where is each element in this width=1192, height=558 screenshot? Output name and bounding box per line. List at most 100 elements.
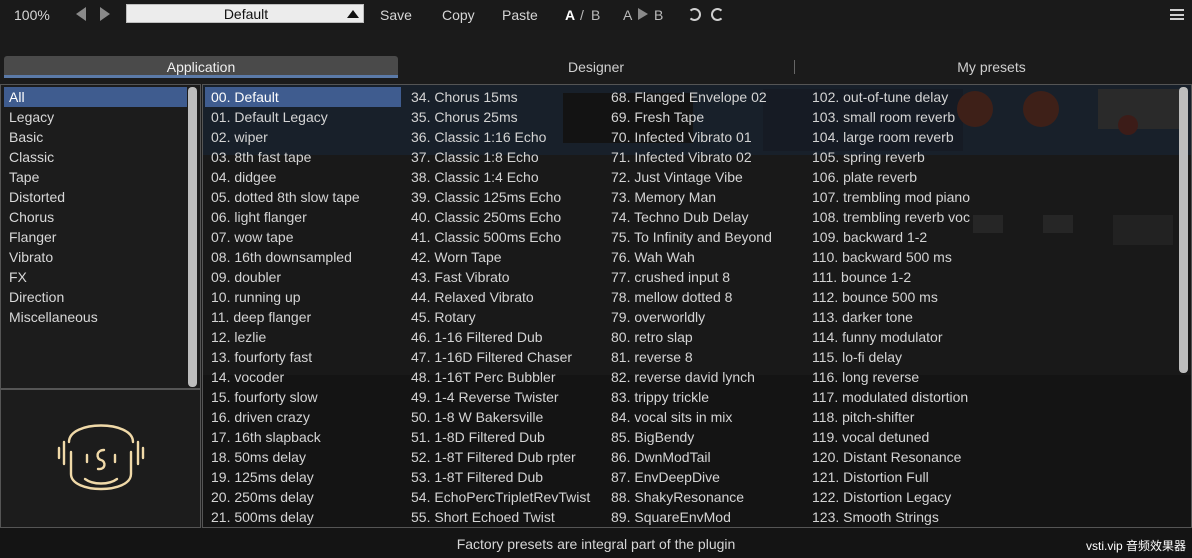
preset-item[interactable]: 09. doubler <box>205 267 401 287</box>
preset-item[interactable]: 11. deep flanger <box>205 307 401 327</box>
preset-item[interactable]: 68. Flanged Envelope 02 <box>605 87 801 107</box>
preset-item[interactable]: 113. darker tone <box>806 307 1002 327</box>
preset-item[interactable]: 78. mellow dotted 8 <box>605 287 801 307</box>
preset-item[interactable]: 122. Distortion Legacy <box>806 487 1002 507</box>
preset-item[interactable]: 82. reverse david lynch <box>605 367 801 387</box>
preset-item[interactable]: 71. Infected Vibrato 02 <box>605 147 801 167</box>
tab-application[interactable]: Application <box>4 56 398 78</box>
preset-item[interactable]: 46. 1-16 Filtered Dub <box>405 327 601 347</box>
preset-item[interactable]: 39. Classic 125ms Echo <box>405 187 601 207</box>
preset-item[interactable]: 85. BigBendy <box>605 427 801 447</box>
chevron-right-icon[interactable] <box>100 7 110 21</box>
preset-item[interactable]: 111. bounce 1-2 <box>806 267 1002 287</box>
dropdown-caret-icon[interactable] <box>347 10 359 18</box>
preset-item[interactable]: 07. wow tape <box>205 227 401 247</box>
preset-item[interactable]: 88. ShakyResonance <box>605 487 801 507</box>
category-item[interactable]: Legacy <box>4 107 187 127</box>
category-item[interactable]: Classic <box>4 147 187 167</box>
preset-item[interactable]: 02. wiper <box>205 127 401 147</box>
preset-item[interactable]: 77. crushed input 8 <box>605 267 801 287</box>
category-item[interactable]: Basic <box>4 127 187 147</box>
preset-item[interactable]: 37. Classic 1:8 Echo <box>405 147 601 167</box>
preset-item[interactable]: 52. 1-8T Filtered Dub rpter <box>405 447 601 467</box>
preset-item[interactable]: 81. reverse 8 <box>605 347 801 367</box>
preset-item[interactable]: 69. Fresh Tape <box>605 107 801 127</box>
ab-select-a[interactable]: A <box>565 6 575 24</box>
category-scrollbar[interactable] <box>188 87 197 387</box>
preset-item[interactable]: 84. vocal sits in mix <box>605 407 801 427</box>
preset-item[interactable]: 44. Relaxed Vibrato <box>405 287 601 307</box>
preset-item[interactable]: 19. 125ms delay <box>205 467 401 487</box>
preset-item[interactable]: 43. Fast Vibrato <box>405 267 601 287</box>
preset-item[interactable]: 119. vocal detuned <box>806 427 1002 447</box>
preset-item[interactable]: 106. plate reverb <box>806 167 1002 187</box>
ab-select-b[interactable]: B <box>591 6 600 24</box>
preset-item[interactable]: 42. Worn Tape <box>405 247 601 267</box>
preset-item[interactable]: 73. Memory Man <box>605 187 801 207</box>
preset-item[interactable]: 76. Wah Wah <box>605 247 801 267</box>
preset-item[interactable]: 04. didgee <box>205 167 401 187</box>
preset-item[interactable]: 75. To Infinity and Beyond <box>605 227 801 247</box>
category-item[interactable]: FX <box>4 267 187 287</box>
category-item[interactable]: Tape <box>4 167 187 187</box>
zoom-level[interactable]: 100% <box>14 6 50 24</box>
category-item[interactable]: Flanger <box>4 227 187 247</box>
preset-item[interactable]: 05. dotted 8th slow tape <box>205 187 401 207</box>
preset-item[interactable]: 55. Short Echoed Twist <box>405 507 601 527</box>
preset-item[interactable]: 50. 1-8 W Bakersville <box>405 407 601 427</box>
preset-item[interactable]: 47. 1-16D Filtered Chaser <box>405 347 601 367</box>
preset-item[interactable]: 36. Classic 1:16 Echo <box>405 127 601 147</box>
preset-item[interactable]: 18. 50ms delay <box>205 447 401 467</box>
category-item[interactable]: Vibrato <box>4 247 187 267</box>
category-item[interactable]: Direction <box>4 287 187 307</box>
preset-item[interactable]: 103. small room reverb <box>806 107 1002 127</box>
copy-b-label[interactable]: B <box>654 6 663 24</box>
preset-item[interactable]: 109. backward 1-2 <box>806 227 1002 247</box>
preset-item[interactable]: 70. Infected Vibrato 01 <box>605 127 801 147</box>
category-item[interactable]: Distorted <box>4 187 187 207</box>
preset-item[interactable]: 54. EchoPercTripletRevTwist <box>405 487 601 507</box>
copy-a-to-b-arrow-icon[interactable] <box>638 8 648 20</box>
save-button[interactable]: Save <box>380 6 412 24</box>
preset-item[interactable]: 45. Rotary <box>405 307 601 327</box>
tab-my-presets[interactable]: My presets <box>795 56 1188 78</box>
preset-item[interactable]: 114. funny modulator <box>806 327 1002 347</box>
preset-item[interactable]: 104. large room reverb <box>806 127 1002 147</box>
preset-item[interactable]: 87. EnvDeepDive <box>605 467 801 487</box>
preset-item[interactable]: 107. trembling mod piano <box>806 187 1002 207</box>
preset-item[interactable]: 38. Classic 1:4 Echo <box>405 167 601 187</box>
preset-item[interactable]: 10. running up <box>205 287 401 307</box>
preset-item[interactable]: 16. driven crazy <box>205 407 401 427</box>
category-item[interactable]: Miscellaneous <box>4 307 187 327</box>
undo-icon[interactable] <box>688 8 701 21</box>
preset-item[interactable]: 123. Smooth Strings <box>806 507 1002 527</box>
preset-item[interactable]: 20. 250ms delay <box>205 487 401 507</box>
preset-item[interactable]: 01. Default Legacy <box>205 107 401 127</box>
preset-selector[interactable]: Default <box>126 4 364 23</box>
preset-item[interactable]: 80. retro slap <box>605 327 801 347</box>
preset-item[interactable]: 110. backward 500 ms <box>806 247 1002 267</box>
preset-item[interactable]: 49. 1-4 Reverse Twister <box>405 387 601 407</box>
preset-item[interactable]: 53. 1-8T Filtered Dub <box>405 467 601 487</box>
hamburger-menu-icon[interactable] <box>1170 9 1184 20</box>
preset-item[interactable]: 89. SquareEnvMod <box>605 507 801 527</box>
preset-item[interactable]: 34. Chorus 15ms <box>405 87 601 107</box>
preset-item[interactable]: 51. 1-8D Filtered Dub <box>405 427 601 447</box>
preset-item[interactable]: 72. Just Vintage Vibe <box>605 167 801 187</box>
redo-icon[interactable] <box>711 8 724 21</box>
preset-item[interactable]: 40. Classic 250ms Echo <box>405 207 601 227</box>
paste-button[interactable]: Paste <box>502 6 538 24</box>
preset-item[interactable]: 83. trippy trickle <box>605 387 801 407</box>
preset-item[interactable]: 112. bounce 500 ms <box>806 287 1002 307</box>
preset-item[interactable]: 115. lo-fi delay <box>806 347 1002 367</box>
tab-designer[interactable]: Designer <box>398 56 794 78</box>
preset-item[interactable]: 48. 1-16T Perc Bubbler <box>405 367 601 387</box>
category-item[interactable]: All <box>4 87 187 107</box>
preset-item[interactable]: 102. out-of-tune delay <box>806 87 1002 107</box>
copy-button[interactable]: Copy <box>442 6 475 24</box>
chevron-left-icon[interactable] <box>76 7 86 21</box>
preset-list-scrollbar[interactable] <box>1179 87 1188 373</box>
preset-item[interactable]: 12. lezlie <box>205 327 401 347</box>
preset-item[interactable]: 13. fourforty fast <box>205 347 401 367</box>
preset-item[interactable]: 00. Default <box>205 87 401 107</box>
